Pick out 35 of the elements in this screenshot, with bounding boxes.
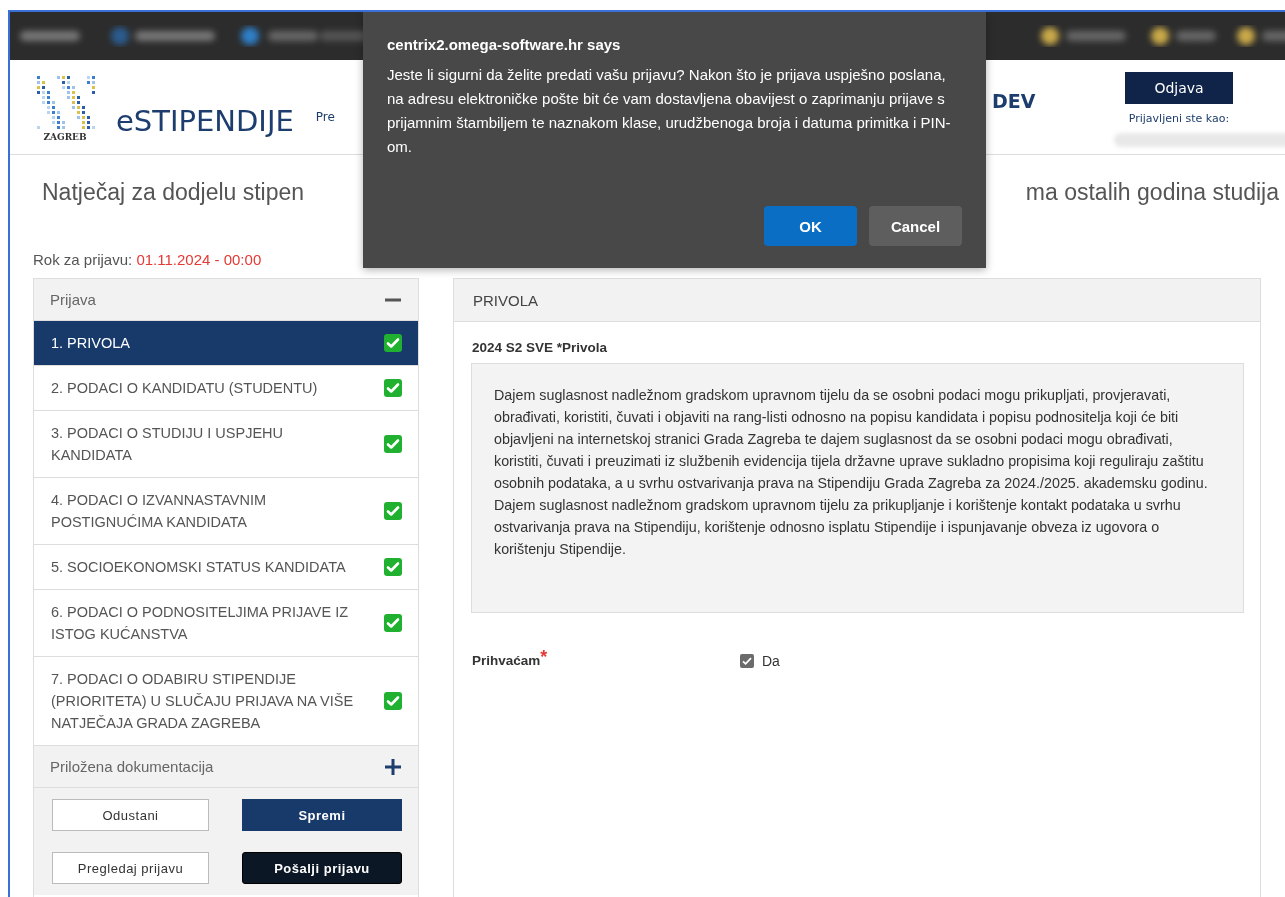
sidebar-item-label: 6. PODACI O PODNOSITELJIMA PRIJAVE IZ ISTOG KUĆANSTVA <box>51 603 350 644</box>
logo-caption: ZAGREB <box>43 132 87 142</box>
secondary-button[interactable]: Pregledaj prijavu <box>52 852 209 884</box>
plus-icon[interactable] <box>384 757 402 776</box>
section-title: Prijava <box>50 291 96 308</box>
ok-button[interactable]: OK <box>764 206 857 246</box>
panel-title: PRIVOLA <box>454 279 1260 322</box>
sidebar-item-label: 5. SOCIOEKONOMSKI STATUS KANDIDATA <box>51 558 346 577</box>
app-title: eSTIPENDIJE <box>116 104 294 138</box>
dialog-title: centrix2.omega-software.hr says <box>387 36 622 53</box>
dialog-message: Jeste li sigurni da želite predati vašu prijavu? Nakon što je prijava uspješno poslana, na adresu elektroničke pošte bit će vam dostavljena obavijest o zaprimanju prijave s prijamnim štambiljem te naznakom klase, urudžbenoga broja i datuma primitka i PIN-om. <box>387 65 952 157</box>
sidebar-item-label: 4. PODACI O IZVANNASTAVNIM POSTIGNUĆIMA KANDIDATA <box>51 491 268 532</box>
page-title: ma ostalih godina studija <box>1025 179 1279 207</box>
sidebar-item[interactable]: 1. PRIVOLA <box>34 321 418 366</box>
deadline-label: Rok za prijavu: <box>33 251 133 268</box>
cancel-button[interactable]: Cancel <box>869 206 962 246</box>
secondary-button[interactable]: Odustani <box>52 799 209 831</box>
page-title: Natječaj za dodjelu stipen <box>42 179 305 207</box>
section-header[interactable]: Prijava <box>34 279 418 321</box>
section-header[interactable]: Priložena dokumentacija <box>34 746 418 788</box>
deadline-value: 01.11.2024 - 00:00 <box>136 251 262 268</box>
nav-link[interactable]: Pre <box>315 110 335 124</box>
sidebar-item-label: 2. PODACI O KANDIDATU (STUDENTU) <box>51 379 318 398</box>
sidebar-item-label: 1. PRIVOLA <box>51 334 130 353</box>
save-button[interactable]: Spremi <box>242 799 402 831</box>
consent-title: 2024 S2 SVE *Privola <box>472 340 609 355</box>
logged-in-label: Prijavljeni ste kao: <box>1128 112 1230 125</box>
consent-text: Dajem suglasnost nadležnom gradskom upravnom tijelu da se osobni podaci mogu prikupljati, provjeravati, obrađivati, koristiti, čuvati i objaviti na rang-listi odnosno na popisu kandidata i popisu podnositelja koji će biti objavljeni na internetskoj stranici Grada Zagreba te dajem suglasnost da se osobni podaci mogu obrađivati, koristiti, čuvati i preuzimati iz službenih evidencija tijela državne uprave sukladno propisima koji reguliraju zaštitu osobnih podataka, a u svrhu ostvarivanja prava na Stipendiju Grada Zagreba za 2024./2025. akademsku godinu. Dajem suglasnost nadležnom gradskom upravnom tijelu za prikupljanje i korištenje kontakt podataka u svrhu ostvarivanja prava na Stipendiju, korištenje odnosno isplatu Stipendije i ispunjavanje obveza iz ugovora o korištenju Stipendije. <box>471 363 1244 613</box>
submit-button[interactable]: Pošalji prijavu <box>242 852 402 884</box>
sidebar-item-label: 7. PODACI O ODABIRU STIPENDIJE (PRIORITETA) U SLUČAJU PRIJAVA NA VIŠE NATJEČAJA GRADA ZAGREBA <box>51 670 355 733</box>
sidebar-item-label: 3. PODACI O STUDIJU I USPJEHU KANDIDATA <box>51 424 285 465</box>
section-title: Priložena dokumentacija <box>50 758 214 775</box>
consent-checkbox[interactable]: Da <box>740 653 780 669</box>
environment-label: DEV <box>992 90 1036 112</box>
logout-button[interactable]: Odjava <box>1125 72 1233 104</box>
